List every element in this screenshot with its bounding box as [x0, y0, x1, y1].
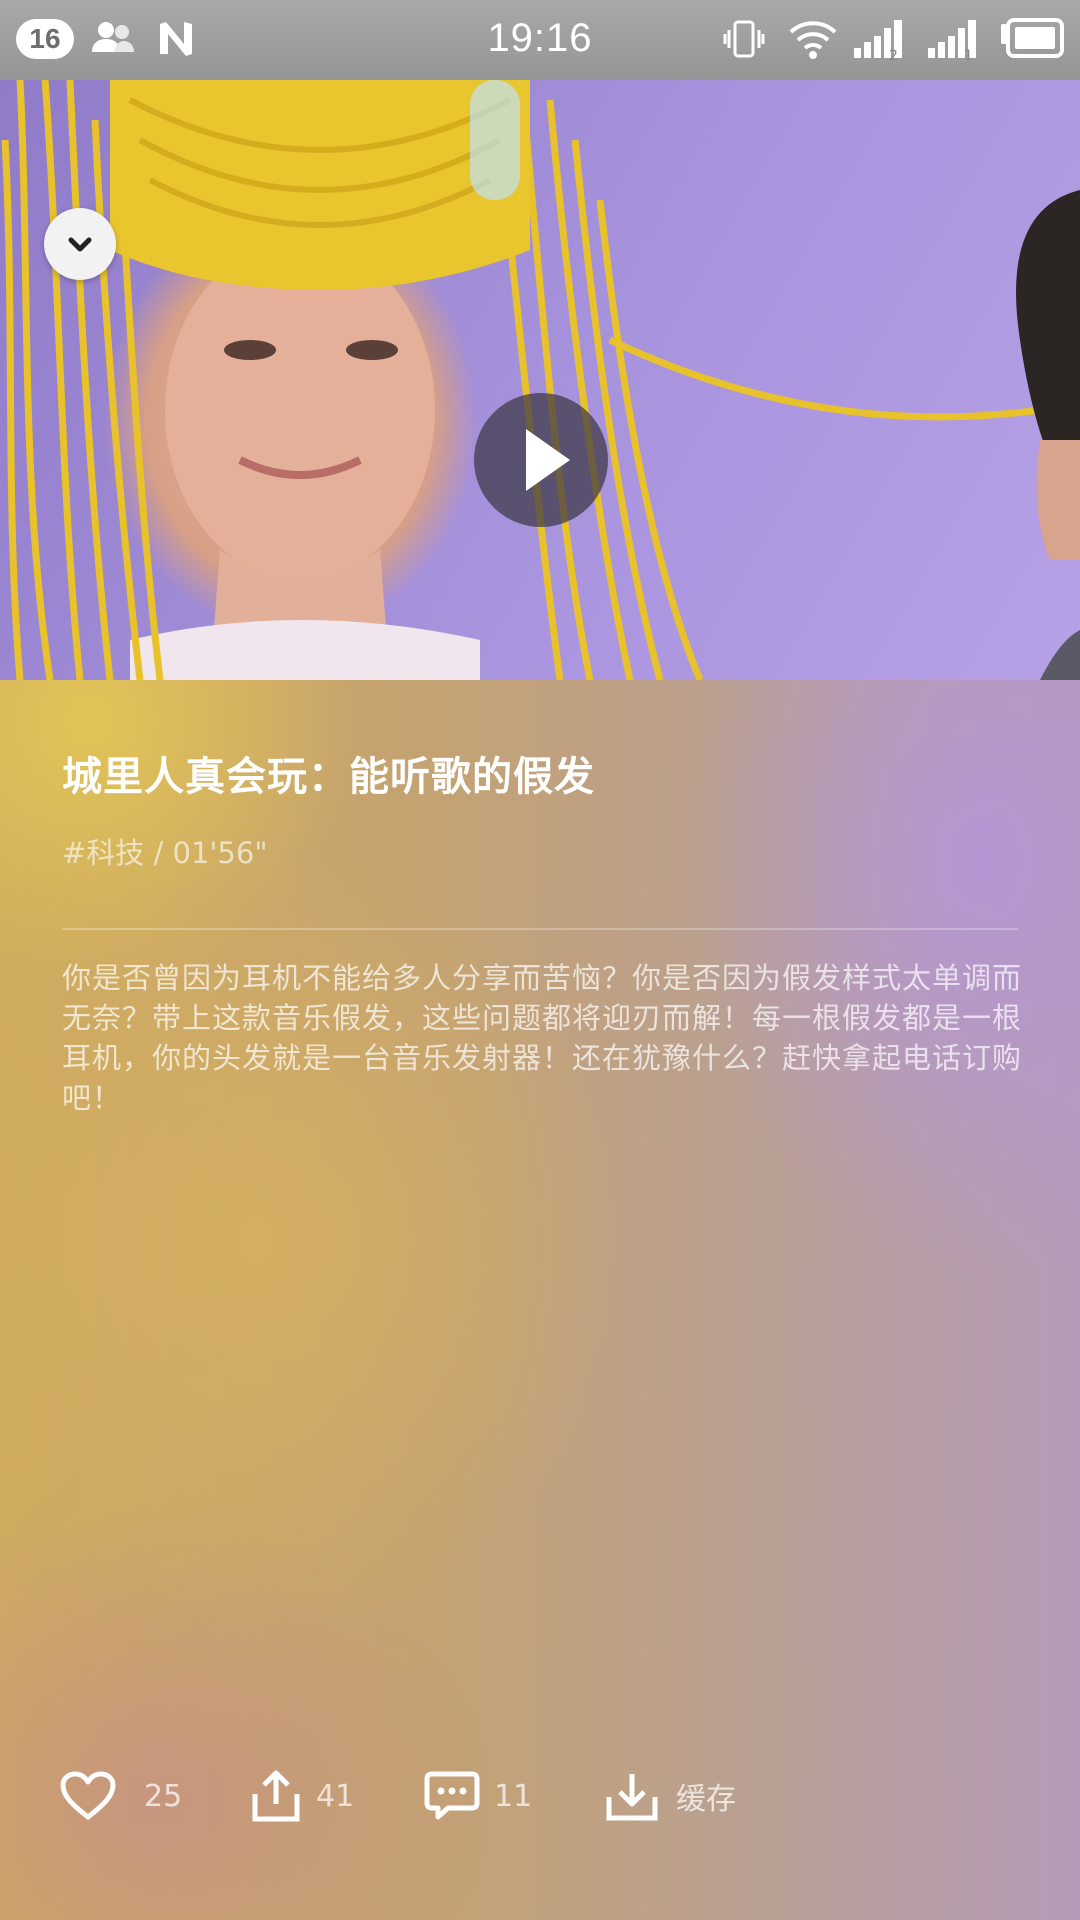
collapse-button[interactable] [44, 208, 116, 280]
signal-sim2-icon: 2 [854, 20, 902, 62]
battery-icon [1001, 18, 1064, 58]
chevron-down-icon [68, 237, 92, 252]
share-count: 41 [316, 1778, 355, 1814]
status-bar: 16 19:16 2 1 [0, 0, 1080, 80]
comment-count: 11 [494, 1778, 533, 1814]
svg-text:2: 2 [889, 48, 898, 62]
video-player[interactable] [0, 80, 1080, 680]
signal-sim1-icon: 1 [928, 20, 976, 62]
video-title: 城里人真会玩：能听歌的假发 [62, 754, 595, 800]
vibrate-icon [723, 20, 765, 58]
like-count: 25 [144, 1778, 183, 1814]
action-bar: 25 41 11 缓存 [0, 1756, 1080, 1836]
divider [62, 928, 1018, 930]
video-meta[interactable]: #科技 / 01'56" [62, 830, 268, 872]
share-icon [252, 1770, 300, 1822]
video-description: 你是否曾因为耳机不能给多人分享而苦恼？你是否因为假发样式太单调而无奈？带上这款音… [62, 961, 1023, 1115]
play-button[interactable] [474, 393, 608, 527]
download-label: 缓存 [676, 1782, 736, 1817]
clock: 19:16 [487, 16, 593, 60]
like-button[interactable]: 25 [60, 1756, 182, 1836]
video-details: 城里人真会玩：能听歌的假发 #科技 / 01'56" 你是否曾因为耳机不能给多人… [0, 680, 1080, 1920]
download-icon [606, 1774, 658, 1821]
heart-icon [60, 1771, 116, 1820]
download-button[interactable]: 缓存 [606, 1756, 736, 1836]
comment-icon [424, 1771, 480, 1820]
comment-button[interactable]: 11 [424, 1756, 532, 1836]
svg-text:1: 1 [964, 48, 973, 62]
wifi-icon [789, 21, 837, 59]
play-icon [526, 429, 570, 491]
video-thumbnail [1, 80, 1080, 680]
share-button[interactable]: 41 [252, 1756, 354, 1836]
